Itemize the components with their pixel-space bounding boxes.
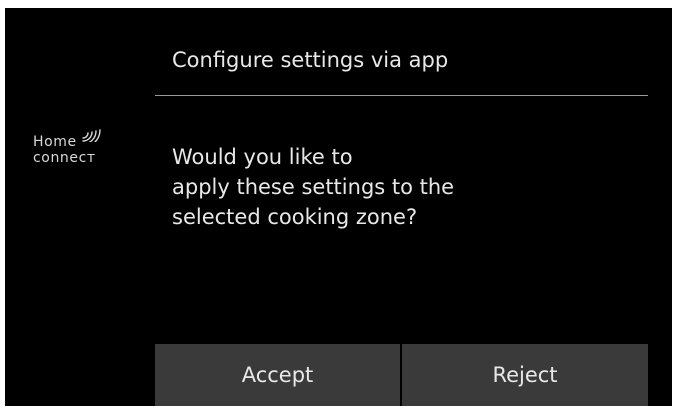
message-line: Would you like to (172, 145, 353, 169)
message-line: apply these settings to the (172, 175, 455, 199)
logo-line-home: Home (33, 134, 77, 150)
title-divider (155, 95, 648, 96)
home-connect-logo: Home connecт (33, 118, 133, 178)
dialog-message: Would you like to apply these settings t… (172, 142, 642, 232)
logo-line-connect: connecт (33, 150, 96, 166)
message-line: selected cooking zone? (172, 205, 418, 229)
wifi-signal-icon (82, 129, 101, 142)
dialog-title: Configure settings via app (172, 48, 449, 72)
reject-button[interactable]: Reject (402, 344, 648, 406)
appliance-display: Home connecт Configure settings via app … (5, 8, 672, 406)
accept-button[interactable]: Accept (155, 344, 400, 406)
